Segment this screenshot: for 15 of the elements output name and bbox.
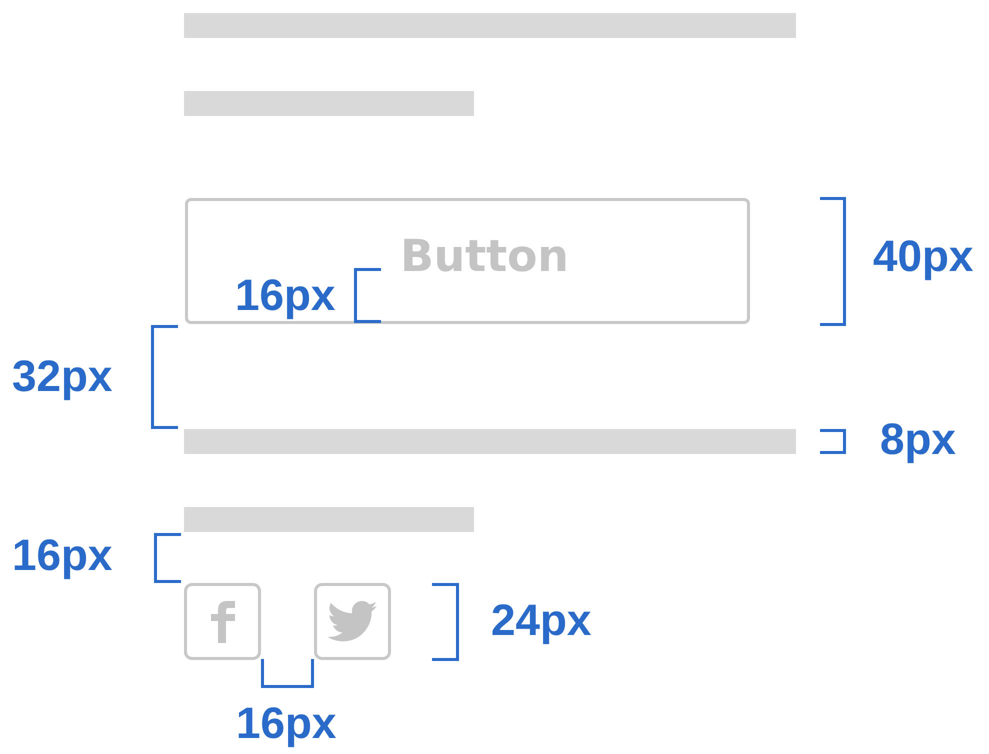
dimension-label: 16px: [236, 699, 336, 749]
dimension-label: 8px: [880, 415, 956, 465]
bird-icon: [326, 600, 378, 642]
dimension-label: 40px: [873, 232, 974, 282]
dimension-label: 32px: [12, 352, 112, 402]
dimension-label: 24px: [491, 596, 592, 646]
social-button[interactable]: [314, 583, 391, 660]
dimension-label: 16px: [235, 271, 336, 321]
dimension-bracket: [354, 268, 381, 323]
dimension-bracket: [261, 659, 314, 688]
dimension-bracket: [154, 533, 181, 583]
dimension-bracket: [820, 429, 846, 454]
f-icon: [210, 600, 236, 642]
dimension-label: 16px: [12, 531, 112, 581]
social-button[interactable]: [184, 583, 261, 660]
